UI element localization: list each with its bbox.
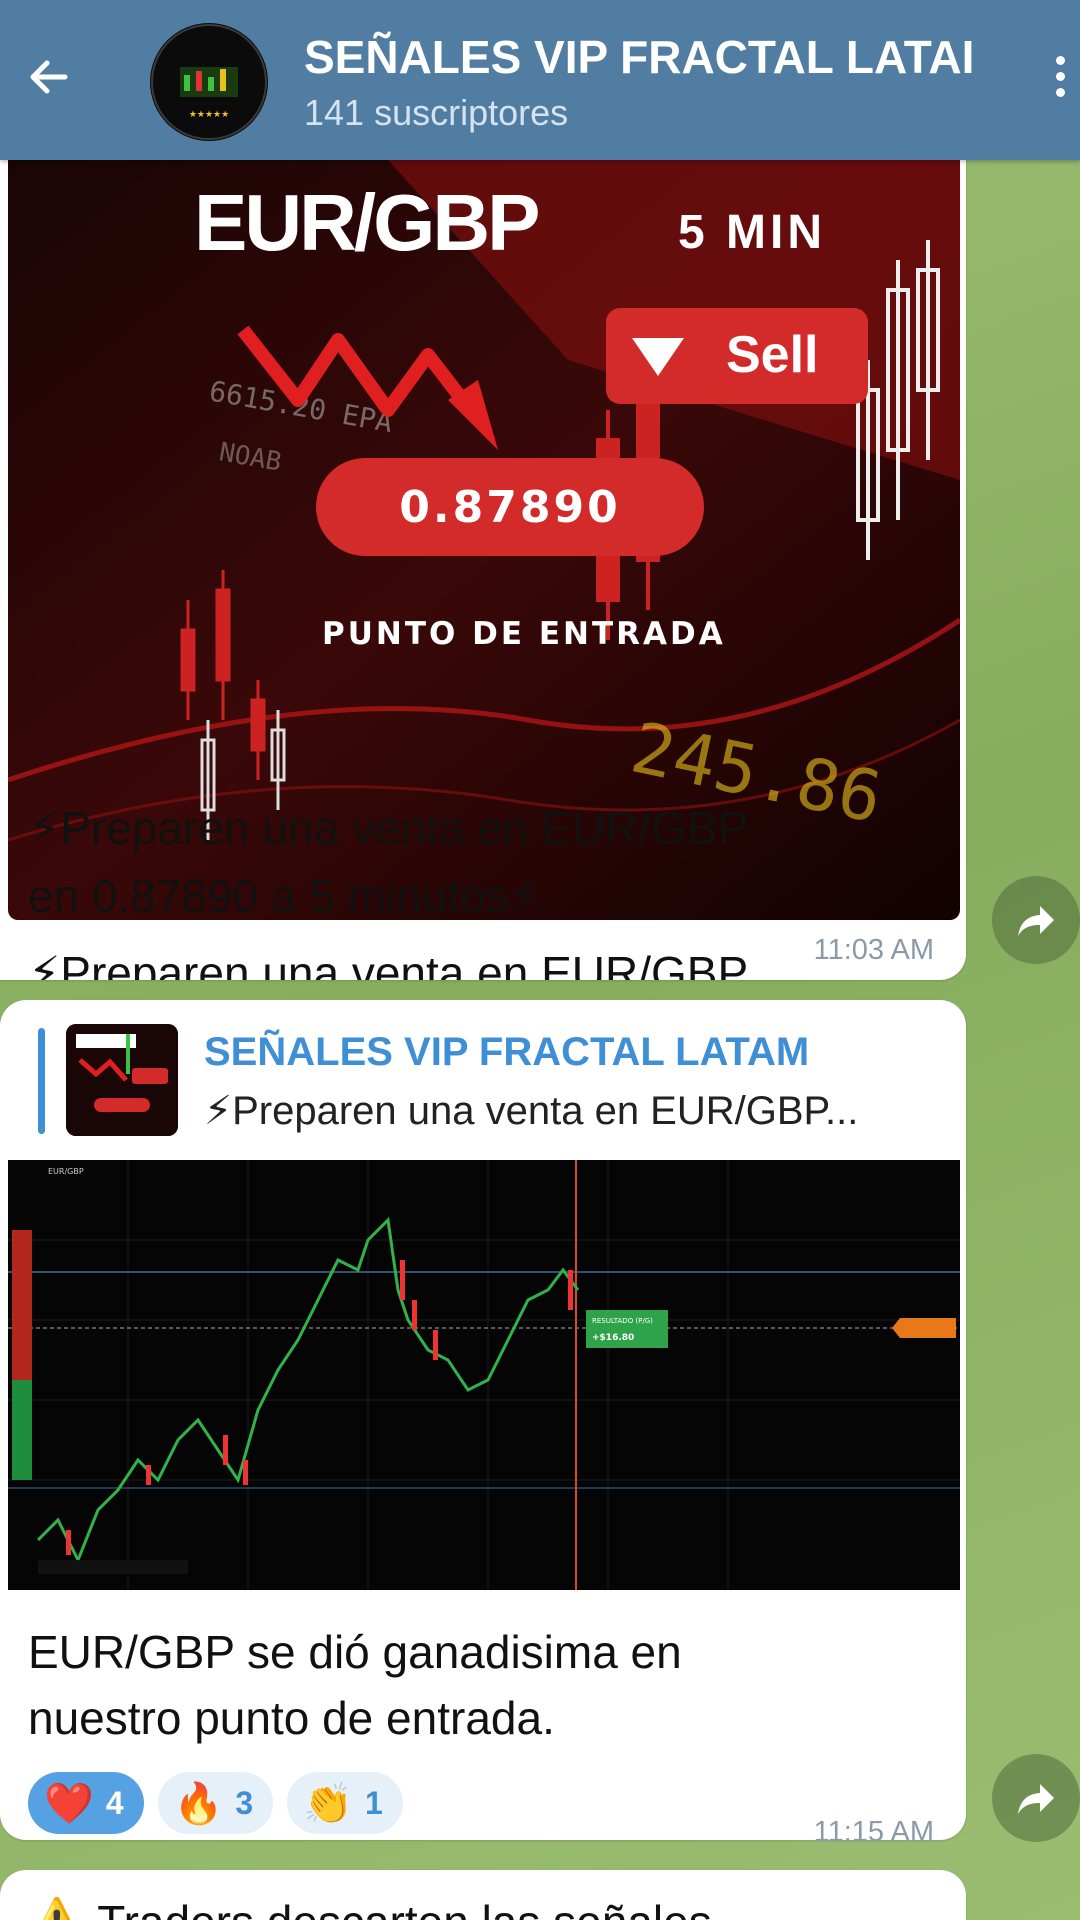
reaction-fire[interactable]: 🔥 3 bbox=[157, 1772, 274, 1834]
clap-icon: 👏 bbox=[303, 1781, 354, 1826]
dot-icon bbox=[1055, 56, 1065, 65]
share-arrow-icon bbox=[1018, 1784, 1054, 1814]
message-text-line: ⚠️ Traders descarten las señales bbox=[28, 1892, 712, 1920]
channel-title[interactable]: SEÑALES VIP FRACTAL LATAI bbox=[304, 30, 1004, 84]
heart-icon: ❤️ bbox=[44, 1781, 94, 1826]
dot-icon bbox=[1055, 88, 1065, 97]
dot-icon bbox=[1055, 72, 1065, 81]
chart-pair-label: EUR/GBP bbox=[48, 1167, 84, 1176]
entry-label: PUNTO DE ENTRADA bbox=[322, 616, 726, 652]
message-text-line: en 0.87890 a 5 minutos⚡ bbox=[28, 870, 542, 922]
message-time: 11:03 AM bbox=[813, 934, 934, 966]
message-text-line: nuestro punto de entrada. bbox=[28, 1692, 555, 1744]
more-menu-button[interactable] bbox=[1045, 56, 1075, 116]
message-text-line: ⚡Preparen una venta en EUR/GBP bbox=[28, 802, 749, 854]
reaction-count: 4 bbox=[105, 1784, 124, 1821]
fire-icon: 🔥 bbox=[173, 1781, 224, 1826]
reply-snippet[interactable]: ⚡Preparen una venta en EUR/GBP... bbox=[204, 1088, 858, 1134]
message-bubble[interactable]: ⚠️ Traders descarten las señales bbox=[0, 1870, 966, 1920]
arrow-left-icon bbox=[30, 60, 68, 94]
forward-button[interactable] bbox=[992, 876, 1080, 964]
reply-channel-name[interactable]: SEÑALES VIP FRACTAL LATAM bbox=[204, 1030, 809, 1075]
channel-avatar[interactable]: ★★★★★ bbox=[150, 23, 268, 141]
svg-text:★★★★★: ★★★★★ bbox=[189, 110, 229, 120]
back-button[interactable] bbox=[18, 46, 80, 108]
message-text-line: EUR/GBP se dió ganadisima en bbox=[28, 1626, 682, 1678]
result-value: +$16.80 bbox=[592, 1333, 634, 1343]
reaction-count: 1 bbox=[365, 1784, 383, 1821]
price-label: 0.87890 bbox=[399, 482, 620, 533]
reply-indicator bbox=[38, 1028, 45, 1134]
reaction-clap[interactable]: 👏 1 bbox=[287, 1772, 403, 1834]
result-label: RESULTADO (P/G) bbox=[592, 1317, 653, 1325]
subscriber-count: 141 suscriptores bbox=[304, 92, 569, 133]
forward-button[interactable] bbox=[992, 1754, 1080, 1842]
trade-chart-image[interactable]: RESULTADO (P/G) +$16.80 EUR/GBP bbox=[8, 1160, 960, 1590]
share-arrow-icon bbox=[1018, 906, 1054, 936]
pair-label: EUR/GBP bbox=[194, 178, 538, 267]
message-text-line: ⚡Preparen una venta en EUR/GBP bbox=[28, 947, 749, 980]
message-time: 11:15 AM bbox=[813, 1816, 934, 1848]
sell-label: Sell bbox=[726, 326, 819, 384]
reaction-heart[interactable]: ❤️ 4 bbox=[28, 1772, 144, 1834]
timeframe-label: 5 MIN bbox=[678, 206, 826, 259]
channel-header: ★★★★★ SEÑALES VIP FRACTAL LATAI 141 susc… bbox=[0, 0, 1080, 160]
reply-thumbnail[interactable] bbox=[66, 1024, 178, 1136]
reaction-count: 3 bbox=[235, 1784, 254, 1821]
reactions-row: ❤️ 4 🔥 3 👏 1 bbox=[28, 1772, 403, 1834]
